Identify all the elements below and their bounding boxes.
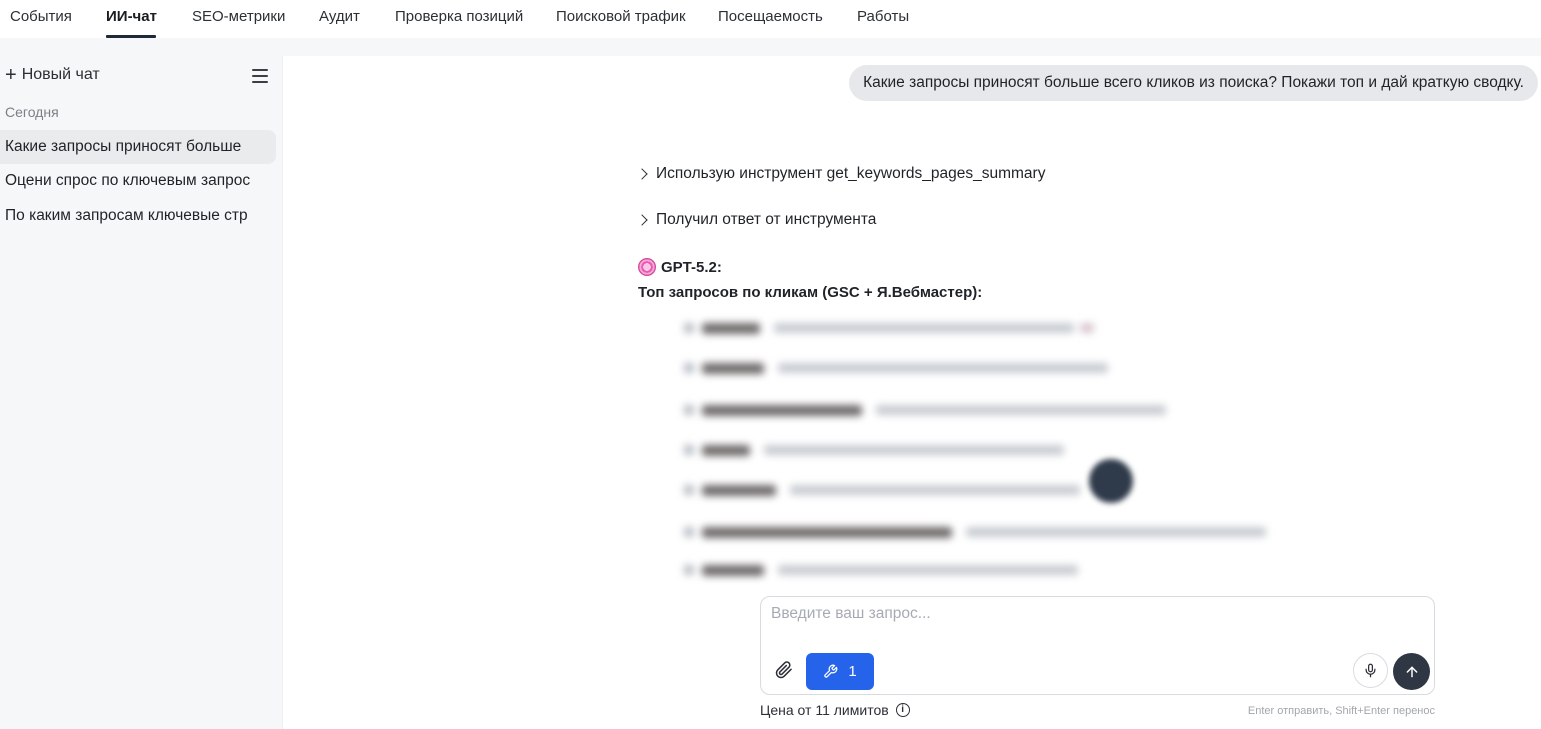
info-icon[interactable]: i — [895, 703, 910, 717]
blurred-answer-list — [684, 314, 1284, 589]
tab-works[interactable]: Работы — [857, 8, 909, 26]
tab-position-check[interactable]: Проверка позиций — [395, 8, 523, 26]
list-item — [684, 404, 1166, 416]
price-label: Цена от 11 лимитов — [760, 702, 889, 718]
tab-attendance[interactable]: Посещаемость — [718, 8, 823, 26]
tools-count: 1 — [848, 663, 857, 680]
model-logo-icon — [638, 258, 656, 276]
tool-response-text: Получил ответ от инструмента — [656, 211, 877, 228]
history-section-title: Сегодня — [5, 104, 59, 120]
top-navigation: События ИИ-чат SEO-метрики Аудит Проверк… — [0, 0, 1541, 38]
message-input[interactable] — [771, 605, 1421, 635]
plus-icon: + — [5, 64, 17, 86]
send-button[interactable] — [1393, 653, 1430, 690]
chat-main: Какие запросы приносят больше всего клик… — [284, 56, 1541, 729]
price-info: Цена от 11 лимитов i — [760, 702, 910, 718]
assistant-header: GPT-5.2: — [638, 258, 722, 276]
keyboard-hint: Enter отправить, Shift+Enter перенос — [1247, 705, 1435, 717]
history-item[interactable]: По каким запросам ключевые стр — [0, 199, 276, 233]
list-item — [684, 484, 1080, 496]
message-composer: 1 — [760, 596, 1435, 695]
list-item — [684, 564, 1078, 576]
tab-seo-metrics[interactable]: SEO-метрики — [192, 8, 285, 26]
tab-events[interactable]: События — [10, 8, 72, 26]
chevron-right-icon — [636, 168, 648, 180]
list-item — [684, 444, 1064, 456]
chat-sidebar: + Новый чат Сегодня Какие запросы принос… — [0, 56, 283, 729]
list-item — [684, 362, 1108, 374]
tool-call-text: Использую инструмент get_keywords_pages_… — [656, 165, 1046, 182]
paperclip-icon[interactable] — [775, 661, 793, 679]
tab-audit[interactable]: Аудит — [319, 8, 360, 26]
microphone-icon — [1365, 663, 1376, 678]
chevron-right-icon — [636, 214, 648, 226]
tool-response-toggle[interactable]: Получил ответ от инструмента — [636, 211, 877, 229]
history-item[interactable]: Оцени спрос по ключевым запрос — [0, 164, 276, 198]
scroll-to-bottom-button[interactable] — [1089, 459, 1133, 503]
arrow-up-icon — [1406, 666, 1417, 677]
tab-search-traffic[interactable]: Поисковой трафик — [556, 8, 686, 26]
history-item[interactable]: Какие запросы приносят больше — [0, 130, 276, 164]
new-chat-button[interactable]: + Новый чат — [5, 65, 100, 85]
tools-button[interactable]: 1 — [806, 653, 874, 690]
answer-heading: Топ запросов по кликам (GSC + Я.Вебмасте… — [638, 284, 983, 301]
tool-call-toggle[interactable]: Использую инструмент get_keywords_pages_… — [636, 165, 1046, 183]
tab-ai-chat[interactable]: ИИ-чат — [106, 8, 157, 26]
microphone-button[interactable] — [1353, 653, 1388, 688]
menu-icon[interactable] — [252, 69, 268, 83]
list-item — [684, 526, 1266, 538]
list-item — [684, 322, 1094, 334]
new-chat-label: Новый чат — [21, 66, 100, 83]
user-message-bubble: Какие запросы приносят больше всего клик… — [849, 65, 1538, 101]
wrench-icon — [824, 664, 838, 678]
model-name: GPT-5.2: — [661, 258, 722, 276]
nav-separator — [0, 38, 1541, 56]
